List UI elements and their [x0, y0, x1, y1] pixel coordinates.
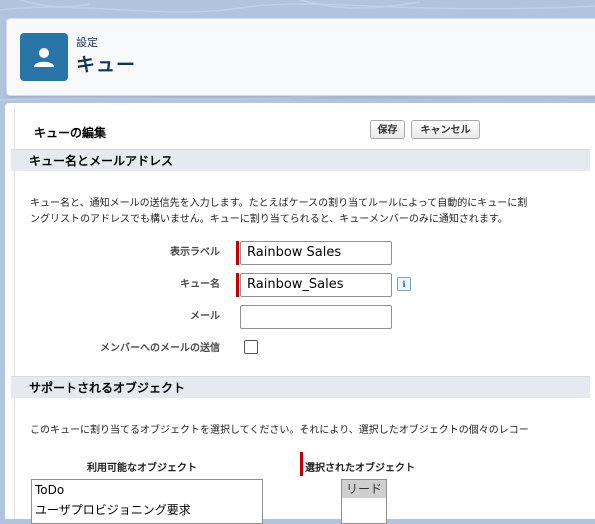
display-label-input[interactable]: Rainbow Sales — [240, 241, 392, 265]
cancel-button[interactable]: キャンセル — [411, 120, 480, 139]
required-indicator — [300, 452, 303, 476]
page-header: 設定 キュー — [6, 18, 595, 96]
user-icon — [20, 33, 68, 81]
email-label: メール — [190, 311, 220, 322]
email-input[interactable] — [240, 305, 392, 329]
section-queue-desc-line1: キュー名と、通知メールの送信先を入力します。たとえばケースの割り当てルールによっ… — [30, 198, 528, 209]
breadcrumb[interactable]: 設定 — [76, 34, 98, 50]
save-button[interactable]: 保存 — [370, 120, 405, 139]
required-indicator — [236, 273, 239, 297]
send-email-checkbox[interactable] — [244, 340, 258, 354]
selected-objects-label: 選択されたオブジェクト — [305, 463, 415, 474]
section-queue-desc-line2: ングリストのアドレスでも構いません。キューに割り当てられると、キューメンバーのみ… — [30, 214, 508, 225]
send-email-label: メンバーへのメールの送信 — [100, 343, 220, 354]
available-objects-list[interactable]: ToDo ユーザプロビジョニング要求 — [31, 479, 263, 524]
page-title: キュー — [76, 54, 137, 76]
panel-title: キューの編集 — [34, 126, 107, 140]
required-indicator — [236, 241, 239, 265]
selected-objects-list[interactable]: リード — [341, 479, 387, 524]
section-header-objects: サポートされるオブジェクト — [11, 376, 590, 398]
queue-name-label: キュー名 — [180, 279, 220, 290]
display-label-label: 表示ラベル — [170, 247, 220, 258]
list-item[interactable]: リード — [342, 480, 386, 498]
section-header-queue: キュー名とメールアドレス — [11, 149, 590, 171]
list-item[interactable]: ToDo — [32, 480, 262, 500]
available-objects-label: 利用可能なオブジェクト — [87, 463, 197, 474]
section-objects-desc: このキューに割り当てるオブジェクトを選択してください。それにより、選択したオブジ… — [30, 425, 529, 436]
list-item[interactable]: ユーザプロビジョニング要求 — [32, 500, 262, 520]
info-icon[interactable]: i — [397, 277, 411, 291]
queue-name-input[interactable]: Rainbow_Sales — [240, 273, 392, 297]
